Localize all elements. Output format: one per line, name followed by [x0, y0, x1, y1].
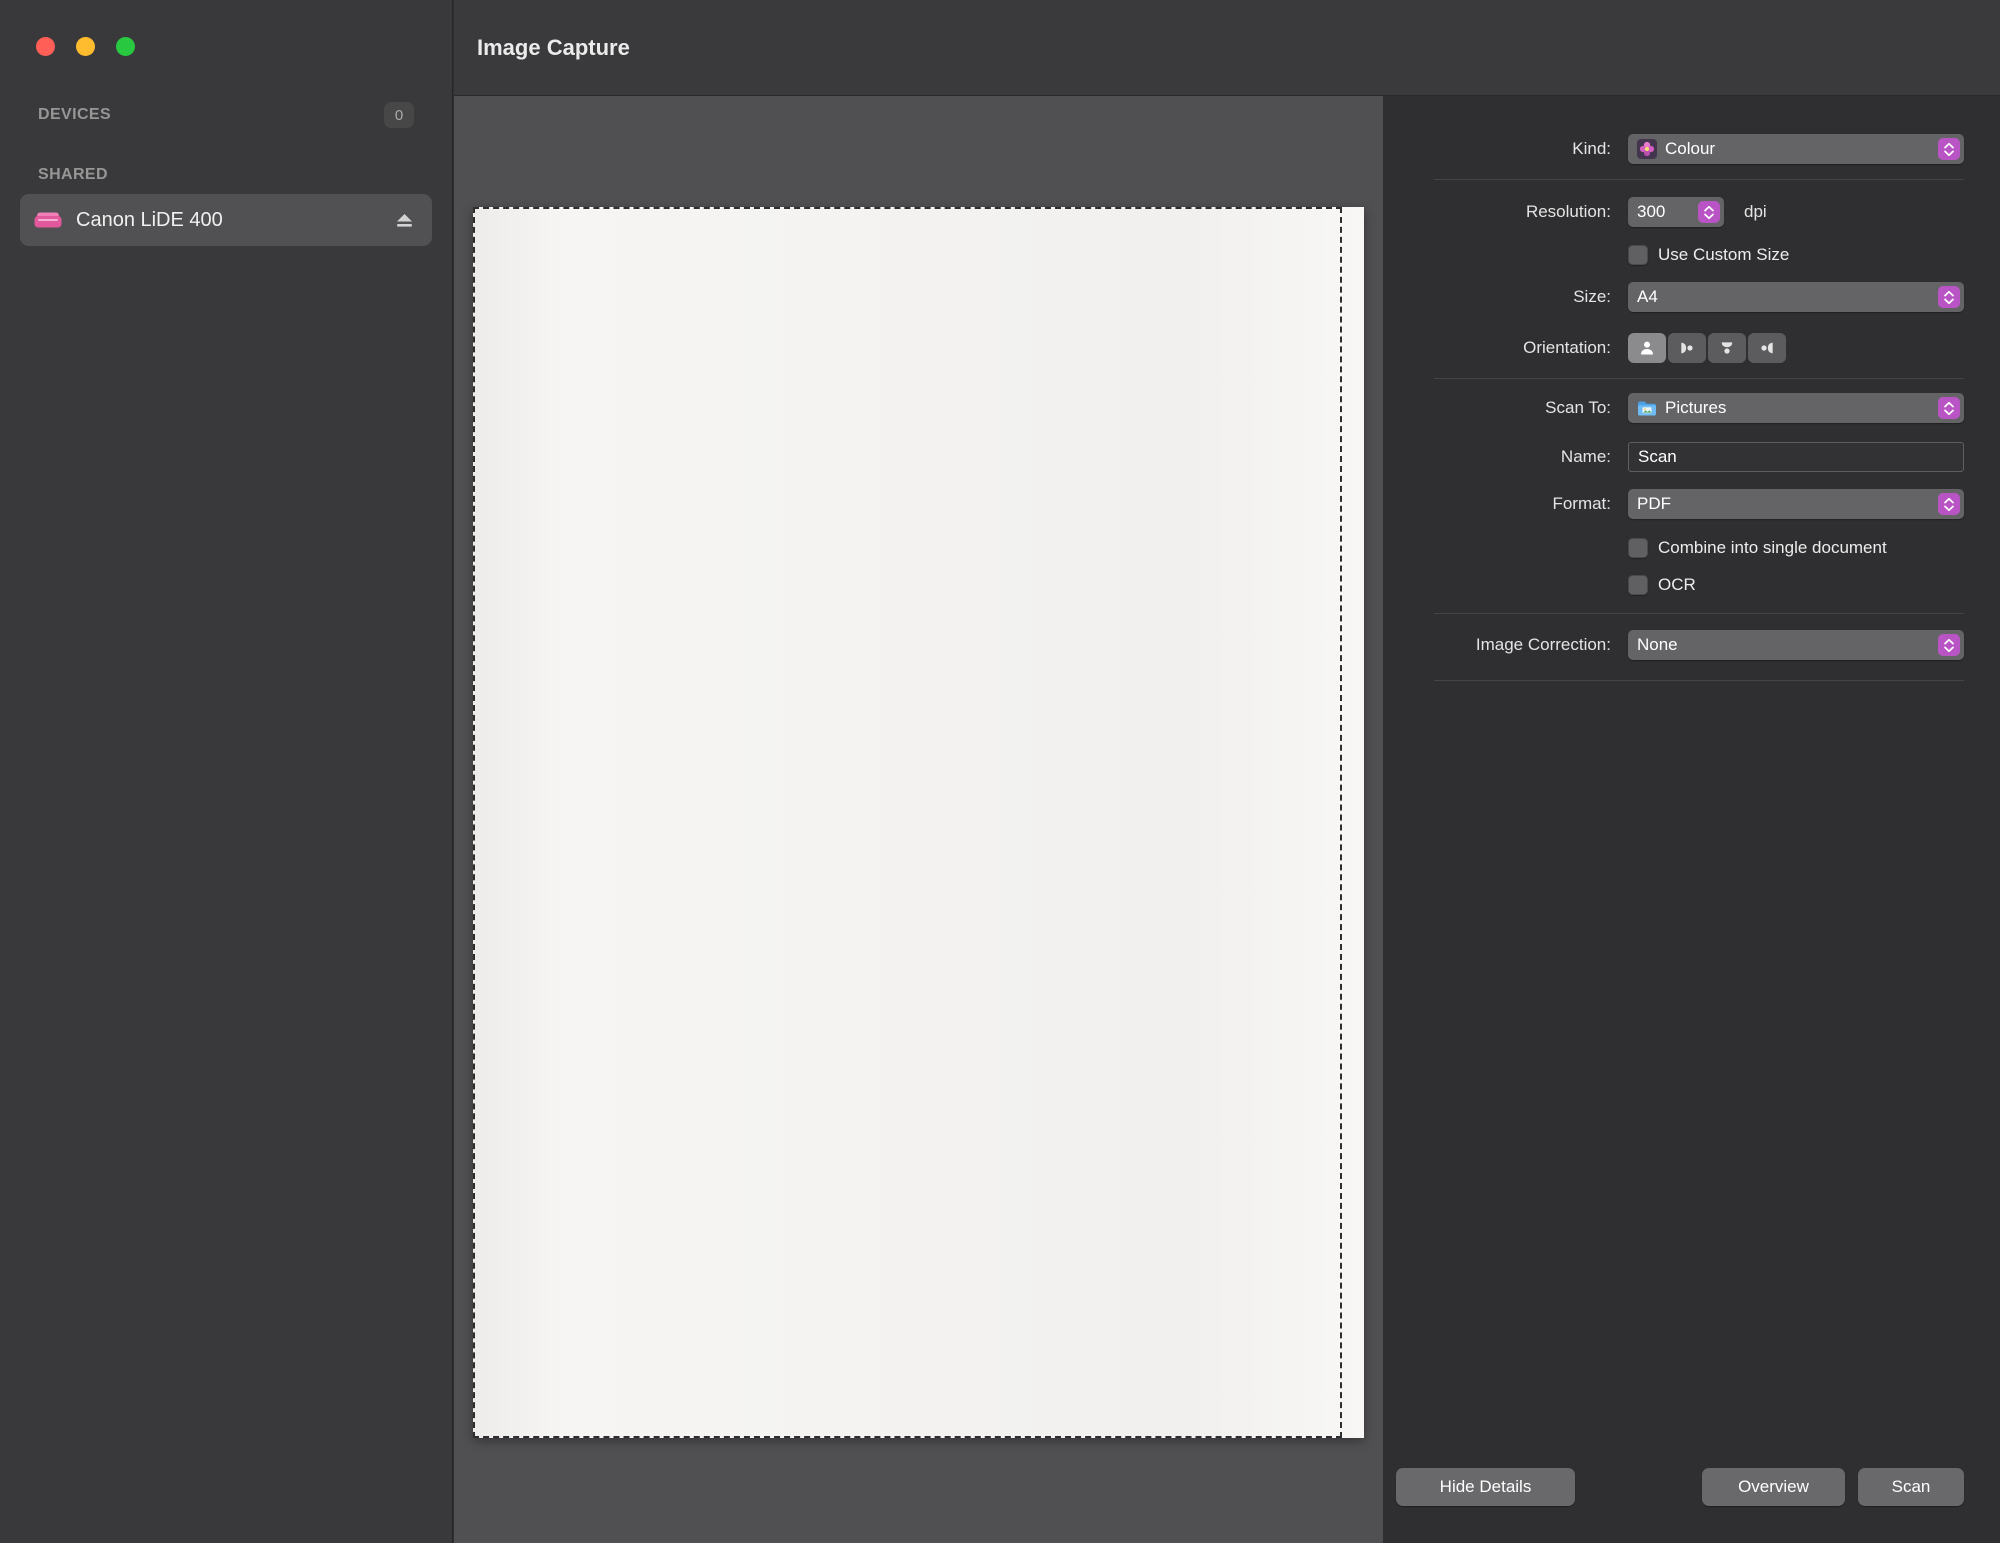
resolution-stepper[interactable]: 300 [1628, 197, 1724, 227]
orientation-segmented-control [1628, 333, 1786, 363]
eject-icon[interactable] [395, 212, 414, 229]
combine-checkbox[interactable] [1628, 538, 1648, 558]
use-custom-size-label: Use Custom Size [1658, 245, 1790, 264]
divider [1434, 680, 1964, 681]
kind-select[interactable]: Colour [1628, 134, 1964, 164]
zoom-button[interactable] [116, 37, 135, 56]
format-select[interactable]: PDF [1628, 489, 1964, 519]
traffic-lights [36, 37, 135, 56]
popup-stepper-icon [1938, 634, 1960, 656]
overview-button-label: Overview [1738, 1477, 1809, 1496]
scan-to-label: Scan To: [1545, 398, 1611, 417]
scan-button[interactable]: Scan [1858, 1468, 1964, 1506]
image-correction-label: Image Correction: [1475, 635, 1611, 654]
orientation-row: Orientation: [1383, 333, 1964, 363]
overview-button[interactable]: Overview [1702, 1468, 1845, 1506]
orientation-upside-down-button[interactable] [1708, 333, 1746, 363]
scan-to-row: Scan To: Pictures [1383, 393, 1964, 423]
hide-details-button-label: Hide Details [1439, 1477, 1532, 1496]
sidebar: DEVICES 0 SHARED Canon LiDE 400 [0, 0, 453, 1543]
divider [1434, 378, 1964, 379]
devices-section-header: DEVICES 0 [38, 100, 414, 130]
image-correction-select[interactable]: None [1628, 630, 1964, 660]
size-value: A4 [1637, 287, 1658, 306]
popup-stepper-icon [1938, 286, 1960, 308]
format-value: PDF [1637, 494, 1671, 513]
orientation-label: Orientation: [1523, 338, 1611, 357]
combine-label: Combine into single document [1658, 538, 1887, 557]
kind-value: Colour [1665, 139, 1716, 158]
scanned-document[interactable] [473, 207, 1364, 1438]
kind-row: Kind: Colour [1383, 134, 1964, 164]
resolution-value: 300 [1637, 202, 1666, 221]
sidebar-item-canon-lide-400[interactable]: Canon LiDE 400 [20, 194, 432, 246]
resolution-row: Resolution: 300 dpi [1383, 197, 1964, 227]
dpi-unit-label: dpi [1744, 202, 1767, 221]
scan-preview-area [454, 96, 1383, 1543]
resolution-label: Resolution: [1525, 202, 1611, 221]
devices-count-badge: 0 [384, 102, 414, 128]
stepper-icon [1698, 201, 1720, 223]
scan-to-select[interactable]: Pictures [1628, 393, 1964, 423]
ocr-label: OCR [1658, 575, 1696, 594]
orientation-rotate-right-button[interactable] [1668, 333, 1706, 363]
kind-label: Kind: [1572, 139, 1611, 158]
size-label: Size: [1573, 287, 1611, 306]
colour-flower-icon [1637, 139, 1657, 159]
image-capture-window: DEVICES 0 SHARED Canon LiDE 400 Image Ca… [0, 0, 2000, 1543]
use-custom-size-row: Use Custom Size [1628, 243, 2000, 267]
image-correction-value: None [1637, 635, 1678, 654]
use-custom-size-checkbox[interactable] [1628, 245, 1648, 265]
device-name: Canon LiDE 400 [76, 208, 223, 231]
popup-stepper-icon [1938, 493, 1960, 515]
size-select[interactable]: A4 [1628, 282, 1964, 312]
settings-panel: Kind: Colour Resolution: 300 dpi Use Cus… [1383, 96, 2000, 1543]
shared-header-label: SHARED [38, 166, 108, 183]
combine-row: Combine into single document [1628, 536, 2000, 560]
format-row: Format: PDF [1383, 489, 1964, 519]
size-row: Size: A4 [1383, 282, 1964, 312]
orientation-rotate-left-button[interactable] [1748, 333, 1786, 363]
popup-stepper-icon [1938, 397, 1960, 419]
image-correction-row: Image Correction: None [1383, 630, 1964, 660]
titlebar: Image Capture [454, 0, 2000, 96]
ocr-row: OCR [1628, 573, 2000, 597]
scan-button-label: Scan [1891, 1477, 1931, 1496]
name-row: Name: [1383, 442, 1964, 472]
name-label: Name: [1560, 447, 1611, 466]
scan-to-value: Pictures [1665, 398, 1727, 417]
hide-details-button[interactable]: Hide Details [1396, 1468, 1575, 1506]
close-button[interactable] [36, 37, 55, 56]
ocr-checkbox[interactable] [1628, 575, 1648, 595]
scanner-icon [34, 211, 62, 229]
divider [1434, 179, 1964, 180]
popup-stepper-icon [1938, 138, 1960, 160]
window-title: Image Capture [477, 34, 630, 60]
name-input[interactable] [1628, 442, 1964, 472]
minimize-button[interactable] [76, 37, 95, 56]
divider [1434, 613, 1964, 614]
format-label: Format: [1552, 494, 1611, 513]
orientation-portrait-button[interactable] [1628, 333, 1666, 363]
selection-marching-ants[interactable] [473, 207, 1342, 1438]
pictures-folder-icon [1637, 400, 1657, 417]
devices-header-label: DEVICES [38, 106, 112, 123]
shared-section-header: SHARED [38, 160, 414, 190]
